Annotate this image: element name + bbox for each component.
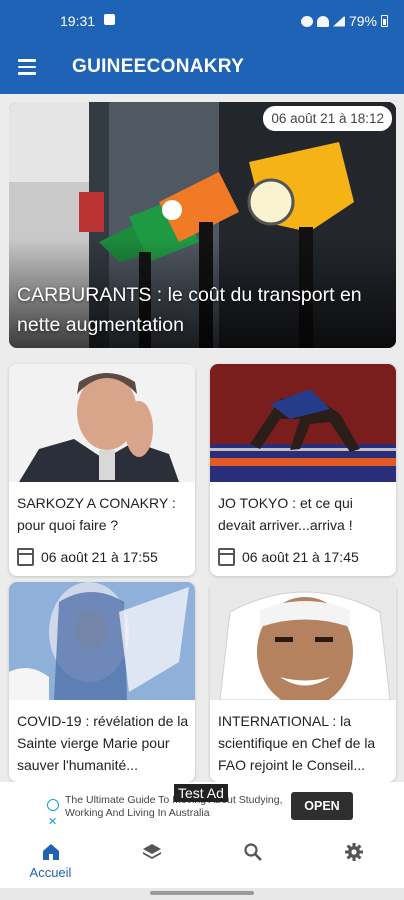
ad-banner[interactable]: ✕ The Ultimate Guide To Moving About Stu… (0, 782, 404, 832)
article-card[interactable]: JO TOKYO : et ce qui devait arriver...ar… (210, 364, 396, 576)
article-date: 06 août 21 à 17:55 (41, 549, 158, 565)
nav-home-label: Accueil (29, 865, 72, 880)
home-indicator[interactable] (150, 891, 254, 895)
article-thumbnail (210, 364, 396, 482)
battery-percent: 79% (348, 13, 377, 29)
article-title: JO TOKYO : et ce qui devait arriver...ar… (218, 495, 353, 533)
hamburger-icon (18, 59, 36, 62)
calendar-icon (218, 548, 235, 566)
article-meta: 06 août 21 à 17:45 (218, 548, 359, 566)
alarm-icon (300, 15, 313, 27)
nav-settings[interactable] (303, 832, 404, 888)
article-title: INTERNATIONAL : la scientifique en Chef … (218, 713, 376, 773)
article-title: COVID-19 : révélation de la Sainte vierg… (17, 713, 189, 773)
signal-icon (332, 15, 345, 27)
nav-home[interactable]: Accueil (0, 832, 101, 888)
article-title: SARKOZY A CONAKRY : pour quoi faire ? (17, 495, 176, 533)
home-icon (43, 844, 59, 860)
article-card[interactable]: INTERNATIONAL : la scientifique en Chef … (210, 582, 396, 782)
test-ad-badge: Test Ad (174, 784, 228, 802)
message-notification-icon (104, 14, 115, 25)
article-card[interactable]: SARKOZY A CONAKRY : pour quoi faire ? 06… (9, 364, 195, 576)
featured-article[interactable]: 06 août 21 à 18:12 CARBURANTS : le coût … (9, 102, 396, 348)
article-date: 06 août 21 à 18:12 (263, 106, 392, 131)
status-bar: 19:31 79% (0, 0, 404, 40)
article-date: 06 août 21 à 17:45 (242, 549, 359, 565)
layers-icon (143, 844, 161, 859)
wifi-icon (316, 15, 329, 27)
article-thumbnail (9, 582, 195, 700)
ad-open-button[interactable]: OPEN (291, 792, 353, 820)
calendar-icon (17, 548, 34, 566)
battery-icon (381, 15, 388, 27)
app-title: GUINEECONAKRY (72, 56, 245, 77)
article-thumbnail (9, 364, 195, 482)
menu-button[interactable] (14, 55, 40, 79)
gear-icon (345, 843, 363, 861)
bottom-navigation: Accueil (0, 832, 404, 888)
article-headline: CARBURANTS : le coût du transport en net… (17, 284, 362, 336)
ad-info-icon[interactable] (47, 799, 59, 811)
nav-categories[interactable] (101, 832, 202, 888)
nav-search[interactable] (202, 832, 303, 888)
app-bar: GUINEECONAKRY (0, 40, 404, 94)
clock: 19:31 (60, 13, 96, 29)
article-card[interactable]: COVID-19 : révélation de la Sainte vierg… (9, 582, 195, 782)
article-thumbnail (210, 582, 396, 700)
gesture-bar (0, 888, 404, 900)
article-meta: 06 août 21 à 17:55 (17, 548, 158, 566)
status-icons: 79% (300, 13, 388, 29)
search-icon (244, 843, 262, 861)
ad-close-icon[interactable]: ✕ (48, 815, 57, 828)
